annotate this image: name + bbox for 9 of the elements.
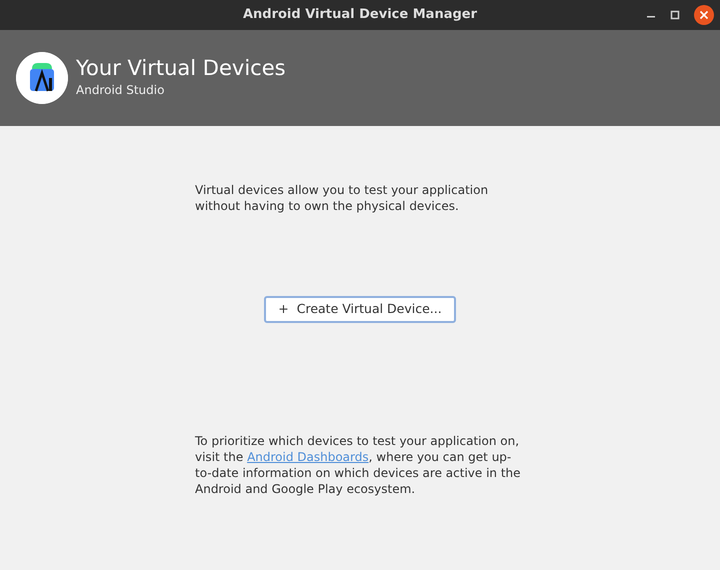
header-title: Your Virtual Devices: [76, 57, 286, 81]
info-paragraph: To prioritize which devices to test your application on, visit the Android Dashboards, where you can get up-to-date information on which devices are active in the Android and Google Play ecosystem.: [195, 432, 522, 497]
create-virtual-device-button[interactable]: + Create Virtual Device...: [264, 296, 456, 323]
intro-text: Virtual devices allow you to test your application without having to own the physical devices.: [195, 182, 490, 214]
android-studio-logo: [16, 52, 68, 104]
window-title: Android Virtual Device Manager: [242, 6, 478, 24]
header-subtitle: Android Studio: [76, 82, 166, 99]
maximize-icon[interactable]: [670, 10, 680, 20]
close-icon[interactable]: [694, 5, 714, 25]
